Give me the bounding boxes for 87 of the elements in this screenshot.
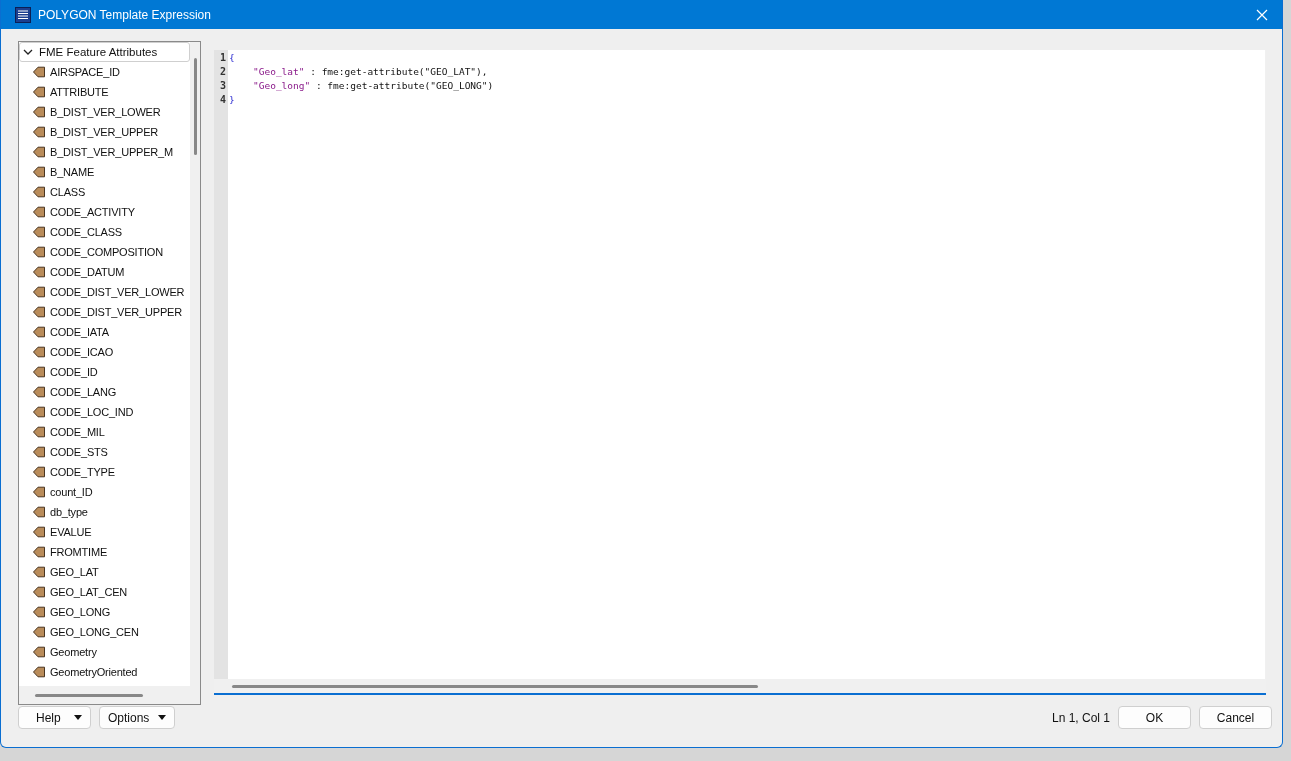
list-icon (15, 6, 31, 23)
attribute-icon (33, 306, 45, 318)
tree-header-label: FME Feature Attributes (39, 46, 158, 58)
attribute-item[interactable]: CODE_TYPE (50, 466, 115, 478)
line-number: 4 (218, 93, 227, 107)
horizontal-scrollbar[interactable] (35, 693, 143, 697)
attribute-item[interactable]: AIRSPACE_ID (50, 66, 120, 78)
attribute-item[interactable]: CODE_ACTIVITY (50, 206, 135, 218)
attribute-item[interactable]: B_DIST_VER_UPPER (50, 126, 159, 138)
attribute-item[interactable]: B_DIST_VER_UPPER_M (50, 146, 173, 158)
attribute-icon (33, 326, 45, 338)
attribute-icon (33, 346, 45, 358)
attribute-icon (33, 106, 45, 118)
caret-icon (158, 715, 167, 720)
code-line: { (228, 51, 236, 65)
attribute-item[interactable]: CODE_LANG (50, 386, 117, 398)
code-line: } (228, 93, 236, 107)
attribute-icon (33, 566, 45, 578)
attribute-icon (33, 206, 45, 218)
attribute-item[interactable]: FROMTIME (50, 546, 108, 558)
ok-button[interactable]: OK (1118, 706, 1191, 729)
vertical-scrollbar[interactable] (194, 58, 197, 155)
attribute-item[interactable]: GEO_LONG (50, 606, 111, 618)
attribute-item[interactable]: CODE_ID (50, 366, 98, 378)
horizontal-scrollbar[interactable] (232, 684, 758, 688)
attribute-icon (33, 506, 45, 518)
close-icon[interactable] (1256, 8, 1268, 21)
attribute-item[interactable]: CODE_DIST_VER_LOWER (50, 286, 185, 298)
attribute-item[interactable]: count_ID (50, 486, 93, 498)
attribute-icon (33, 226, 45, 238)
attribute-item[interactable]: EVALUE (50, 526, 92, 538)
attribute-icon (33, 86, 45, 98)
attribute-item[interactable]: CODE_DIST_VER_UPPER (50, 306, 182, 318)
attribute-item[interactable]: CODE_MIL (50, 426, 105, 438)
attribute-item[interactable]: GEO_LAT_CEN (50, 586, 128, 598)
attribute-item[interactable]: CODE_STS (50, 446, 108, 458)
tree-header[interactable]: FME Feature Attributes (19, 42, 190, 62)
attribute-icon (33, 426, 45, 438)
attribute-icon (33, 186, 45, 198)
code-editor[interactable]: 1 2 3 4 { "Geo_lat" : fme:get-attribute("GEO_LAT"), "Geo_long" : fme:get-attribute("GEO_LONG") } (214, 50, 1266, 695)
attribute-icon (33, 66, 45, 78)
code-line: "Geo_long" : fme:get-attribute("GEO_LONG") (252, 79, 495, 93)
attribute-icon (33, 146, 45, 158)
attribute-item[interactable]: db_type (50, 506, 88, 518)
attribute-icon (33, 526, 45, 538)
attribute-item[interactable]: CLASS (50, 186, 86, 198)
options-button[interactable]: Options (99, 706, 176, 729)
attribute-icon (33, 166, 45, 178)
attribute-icon (33, 486, 45, 498)
attribute-item[interactable]: GEO_LAT (50, 566, 99, 578)
line-number: 1 (218, 51, 227, 65)
line-number: 2 (218, 65, 227, 79)
attribute-icon (33, 666, 45, 678)
attribute-icon (33, 646, 45, 658)
cursor-position: Ln 1, Col 1 (1051, 710, 1110, 725)
attribute-item[interactable]: B_NAME (50, 166, 95, 178)
attribute-item[interactable]: Geometry (50, 646, 97, 658)
caret-icon (74, 715, 82, 720)
attribute-icon (33, 266, 45, 278)
attribute-item[interactable]: B_DIST_VER_LOWER (50, 106, 161, 118)
attribute-icon (33, 586, 45, 598)
attribute-icon (33, 286, 45, 298)
attribute-icon (33, 246, 45, 258)
chevron-icon[interactable] (23, 47, 33, 57)
attribute-icon (33, 626, 45, 638)
attribute-item[interactable]: GEO_LONG_CEN (50, 626, 139, 638)
attribute-item[interactable]: CODE_IATA (50, 326, 109, 338)
code-line: "Geo_lat" : fme:get-attribute("GEO_LAT"), (252, 65, 489, 79)
line-number: 3 (218, 79, 227, 93)
attribute-icon (33, 546, 45, 558)
window-title: POLYGON Template Expression (38, 7, 212, 22)
attribute-item[interactable]: CODE_CLASS (50, 226, 122, 238)
attribute-icon (33, 126, 45, 138)
attribute-icon (33, 446, 45, 458)
attribute-item[interactable]: CODE_COMPOSITION (50, 246, 163, 258)
attribute-icon (33, 466, 45, 478)
attribute-item[interactable]: CODE_LOC_IND (50, 406, 134, 418)
attribute-item[interactable]: CODE_ICAO (50, 346, 113, 358)
attribute-item[interactable]: CODE_DATUM (50, 266, 125, 278)
attribute-item[interactable]: GeometryOriented (50, 666, 138, 678)
attribute-icon (33, 386, 45, 398)
attribute-icon (33, 606, 45, 618)
cancel-button[interactable]: Cancel (1199, 706, 1272, 729)
attribute-icon (33, 366, 45, 378)
help-button[interactable]: Help (18, 706, 91, 729)
attribute-item[interactable]: ATTRIBUTE (50, 86, 109, 98)
attribute-icon (33, 406, 45, 418)
